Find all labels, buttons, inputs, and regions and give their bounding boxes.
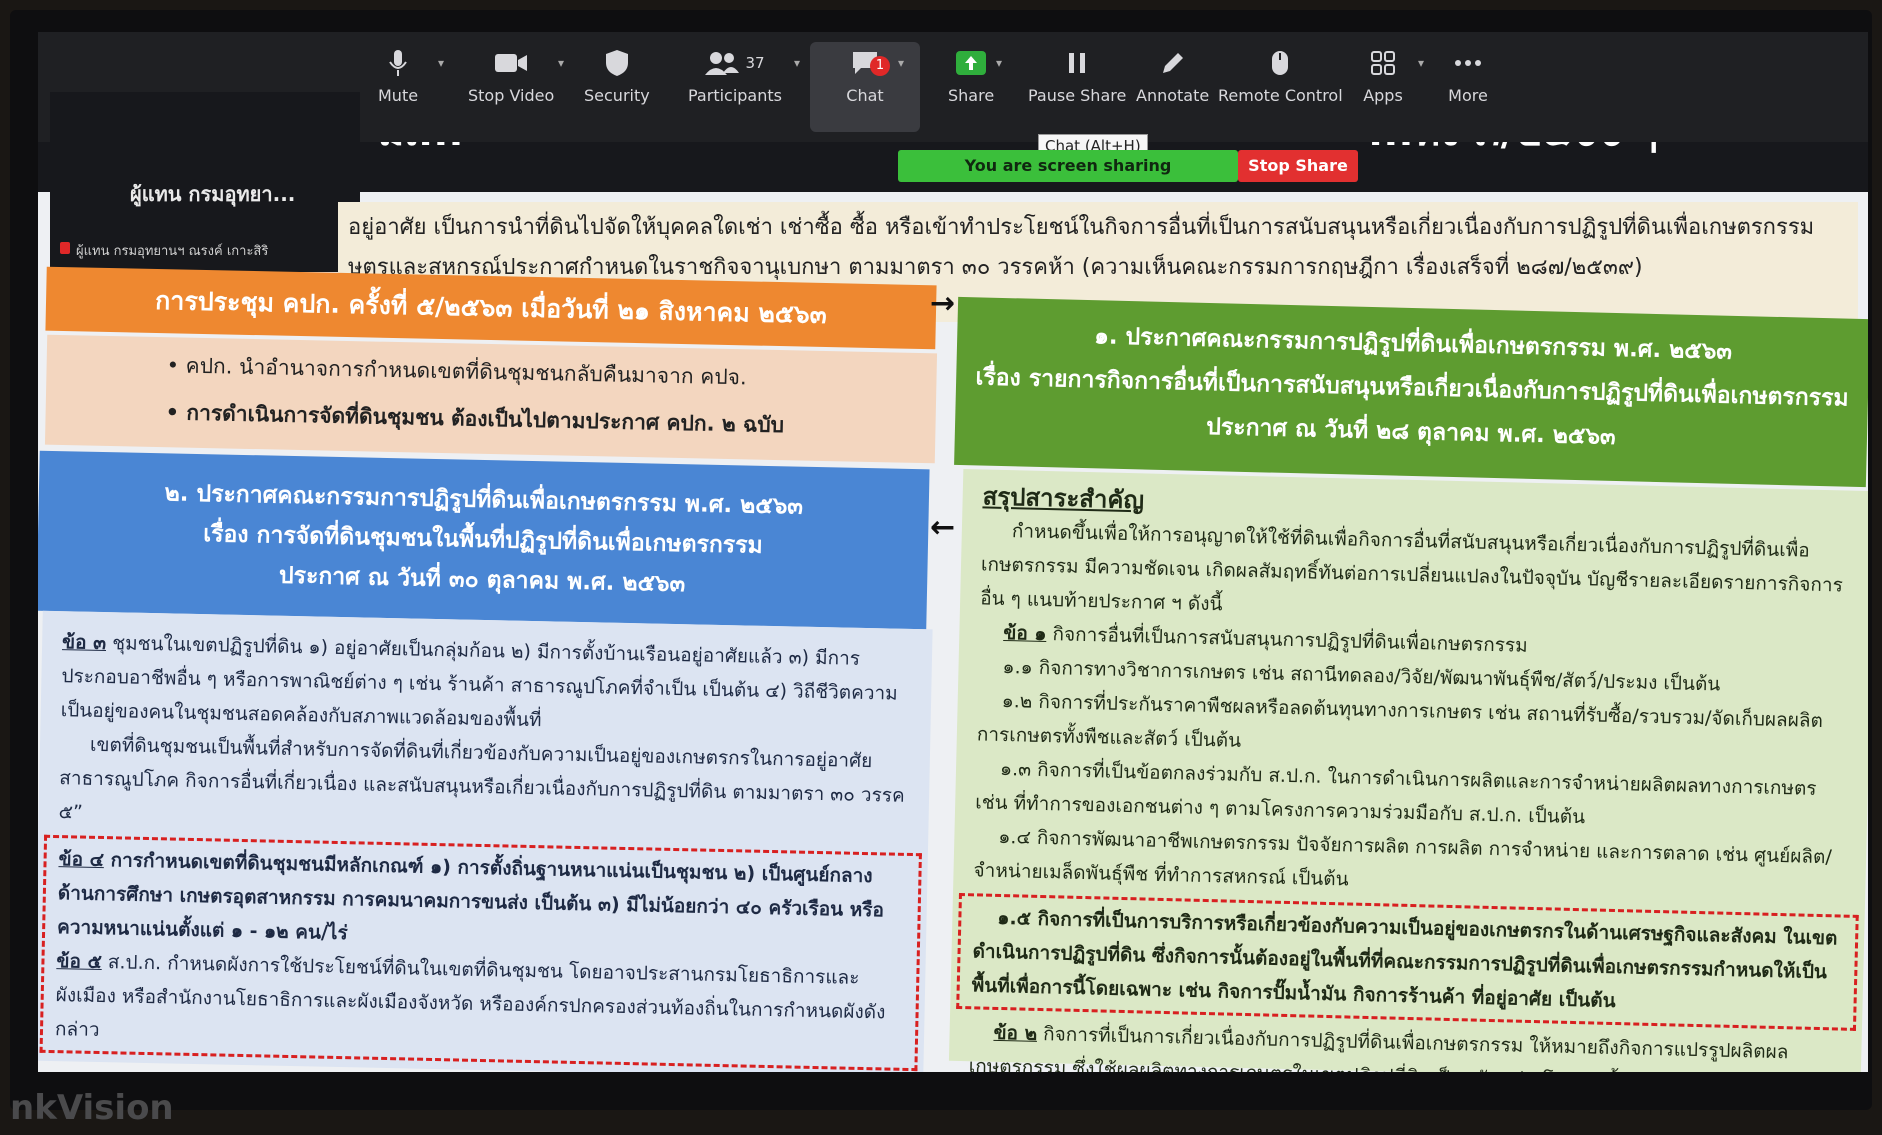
arrow-right-icon: → bbox=[930, 286, 956, 321]
participant-video-tile[interactable]: ผู้แทน กรมอุทยา... ผู้แทน กรมอุทยานฯ ณรง… bbox=[50, 92, 360, 272]
remote-control-label: Remote Control bbox=[1218, 86, 1343, 105]
share-screen-icon bbox=[951, 46, 991, 80]
share-label: Share bbox=[948, 86, 995, 105]
stop-video-button[interactable]: Stop Video bbox=[468, 46, 554, 105]
security-label: Security bbox=[584, 86, 650, 105]
participant-name: ผู้แทน กรมอุทยา... bbox=[130, 182, 296, 206]
intro-line-1: อยู่อาศัย เป็นการนำที่ดินไปจัดให้บุคคลใด… bbox=[348, 215, 1815, 240]
mute-label: Mute bbox=[378, 86, 419, 105]
arrow-left-icon: ← bbox=[930, 510, 956, 545]
security-button[interactable]: Security bbox=[584, 46, 650, 105]
remote-control-button[interactable]: Remote Control bbox=[1218, 46, 1343, 105]
participant-count: 37 bbox=[745, 54, 765, 72]
left-rule-5: ข้อ ๕ ส.ป.ก. กำหนดผังการใช้ประโยชน์ที่ดิ… bbox=[54, 950, 886, 1042]
announcement-2-heading: ๒. ประกาศคณะกรรมการปฏิรูปที่ดินเพื่อเกษต… bbox=[38, 450, 930, 630]
annotate-label: Annotate bbox=[1136, 86, 1210, 105]
stop-video-label: Stop Video bbox=[468, 86, 555, 105]
participants-icon: 37 bbox=[690, 46, 780, 80]
apps-icon bbox=[1363, 46, 1403, 80]
left-rule-3: ข้อ ๓ ชุมชนในเขตปฏิรูปที่ดิน ๑) อยู่อาศั… bbox=[60, 631, 898, 732]
monitor-brand-logo: nkVision bbox=[10, 1088, 174, 1128]
more-dots-icon bbox=[1448, 46, 1488, 80]
screen-sharing-banner: You are screen sharing bbox=[898, 150, 1238, 182]
muted-mic-icon bbox=[60, 242, 70, 254]
apps-label: Apps bbox=[1363, 86, 1403, 105]
item-1-5: ๑.๕ กิจการที่เป็นการบริการหรือเกี่ยวข้อง… bbox=[971, 906, 1838, 1013]
chat-chevron-down-icon[interactable]: ▾ bbox=[898, 56, 904, 70]
mute-chevron-down-icon[interactable]: ▾ bbox=[438, 56, 444, 70]
mouse-icon bbox=[1260, 46, 1300, 80]
screen-sharing-status: You are screen sharing bbox=[964, 156, 1172, 175]
screen: มเ... ...ทั้ง ๓/๒๕๖๖ ๆ Mute ▾ Stop Video… bbox=[38, 32, 1868, 1072]
participants-label: Participants bbox=[688, 86, 782, 105]
video-chevron-down-icon[interactable]: ▾ bbox=[558, 56, 564, 70]
more-label: More bbox=[1448, 86, 1488, 105]
pause-share-button[interactable]: Pause Share bbox=[1028, 46, 1126, 105]
left-rule-4: ข้อ ๔ การกำหนดเขตที่ดินชุมชนมีหลักเกณฑ์ … bbox=[56, 848, 885, 945]
shield-icon bbox=[597, 46, 637, 80]
chat-notification-badge: 1 bbox=[870, 56, 890, 76]
more-button[interactable]: More bbox=[1448, 46, 1488, 105]
announcement-1-heading: ๑. ประกาศคณะกรรมการปฏิรูปที่ดินเพื่อเกษต… bbox=[954, 296, 1868, 488]
participant-full-name: ผู้แทน กรมอุทยานฯ ณรงค์ เกาะสิริ bbox=[76, 244, 269, 259]
annotate-button[interactable]: Annotate bbox=[1136, 46, 1209, 105]
participants-chevron-down-icon[interactable]: ▾ bbox=[794, 56, 800, 70]
mute-button[interactable]: Mute bbox=[378, 46, 418, 105]
microphone-icon bbox=[378, 46, 418, 80]
pause-share-label: Pause Share bbox=[1028, 86, 1127, 105]
apps-button[interactable]: Apps bbox=[1363, 46, 1403, 105]
highlight-box-left: ข้อ ๔ การกำหนดเขตที่ดินชุมชนมีหลักเกณฑ์ … bbox=[39, 834, 922, 1072]
video-camera-icon bbox=[491, 46, 531, 80]
meeting-bullet-2: • การดำเนินการจัดที่ดินชุมชน ต้องเป็นไปต… bbox=[165, 400, 785, 438]
participants-button[interactable]: 37 Participants bbox=[688, 46, 782, 105]
highlight-box-right: ๑.๕ กิจการที่เป็นการบริการหรือเกี่ยวข้อง… bbox=[956, 892, 1859, 1031]
meeting-bullet-1: • คปก. นำอำนาจการกำหนดเขตที่ดินชุมชนกลับ… bbox=[166, 353, 747, 390]
stop-share-button[interactable]: Stop Share bbox=[1238, 150, 1358, 182]
chat-label: Chat bbox=[846, 86, 884, 105]
pause-icon bbox=[1057, 46, 1097, 80]
apps-chevron-down-icon[interactable]: ▾ bbox=[1418, 56, 1424, 70]
share-button[interactable]: Share bbox=[948, 46, 994, 105]
left-para-2: เขตที่ดินชุมชนเป็นพื้นที่สำหรับการจัดที่… bbox=[58, 733, 905, 824]
announcement-2-body: ข้อ ๓ ชุมชนในเขตปฏิรูปที่ดิน ๑) อยู่อาศั… bbox=[38, 610, 933, 1072]
monitor-frame: มเ... ...ทั้ง ๓/๒๕๖๖ ๆ Mute ▾ Stop Video… bbox=[10, 10, 1872, 1128]
share-chevron-down-icon[interactable]: ▾ bbox=[996, 56, 1002, 70]
announcement-1-body: สรุปสาระสำคัญ กำหนดขึ้นเพื่อให้การอนุญาต… bbox=[948, 468, 1868, 1072]
pencil-icon bbox=[1153, 46, 1193, 80]
meeting-notes: • คปก. นำอำนาจการกำหนดเขตที่ดินชุมชนกลับ… bbox=[44, 334, 938, 464]
